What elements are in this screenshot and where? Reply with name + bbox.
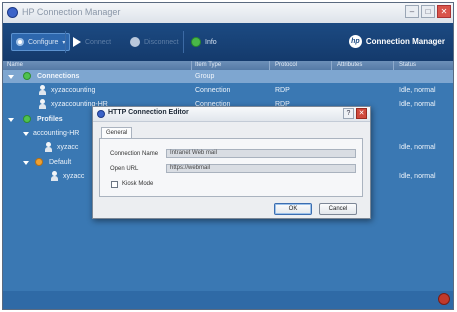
connect-button[interactable]: Connect — [73, 34, 111, 50]
brand-title: Connection Manager — [365, 37, 445, 46]
connection-type: Connection — [195, 87, 231, 94]
group-icon — [23, 72, 31, 80]
connection-status: Idle, normal — [399, 173, 436, 180]
close-icon[interactable]: ✕ — [437, 5, 451, 18]
hp-logo-icon: hp — [348, 35, 362, 48]
window-title: HP Connection Manager — [22, 7, 121, 17]
status-icon[interactable] — [438, 293, 450, 305]
connection-status: Idle, normal — [399, 144, 436, 151]
general-panel: Connection Name Intranet Web mail Open U… — [99, 138, 363, 197]
status-bar — [3, 291, 453, 309]
connection-protocol: RDP — [275, 87, 290, 94]
connect-label: Connect — [85, 38, 112, 46]
column-status[interactable]: Status — [399, 61, 416, 70]
dialog-title-bar: HTTP Connection Editor ? ✕ — [93, 107, 370, 122]
column-item-type[interactable]: Item Type — [195, 61, 221, 70]
expand-icon[interactable] — [8, 118, 14, 122]
column-divider — [269, 61, 270, 70]
kiosk-mode-checkbox[interactable] — [111, 181, 118, 188]
column-divider — [331, 61, 332, 70]
connection-icon — [39, 99, 46, 109]
tree-group-connections[interactable]: Connections Group — [3, 70, 453, 83]
open-url-field[interactable]: https://webmail — [166, 164, 356, 173]
connection-name-field[interactable]: Intranet Web mail — [166, 149, 356, 158]
connection-status: Idle, normal — [399, 101, 436, 108]
open-url-label: Open URL — [110, 166, 139, 172]
disconnect-icon — [130, 37, 140, 47]
app-icon — [7, 7, 18, 18]
cancel-button[interactable]: Cancel — [319, 203, 357, 215]
expand-icon[interactable] — [8, 75, 14, 79]
group-label: Connections — [37, 73, 80, 80]
configure-label: Configure — [28, 38, 59, 46]
kiosk-mode-label: Kiosk Mode — [122, 181, 154, 187]
connection-icon — [45, 142, 52, 152]
help-icon[interactable]: ? — [343, 108, 354, 119]
column-attributes[interactable]: Attributes — [337, 61, 362, 70]
dialog-app-icon — [97, 110, 105, 118]
connection-name-label: Connection Name — [110, 151, 159, 157]
close-icon[interactable]: ✕ — [356, 108, 367, 119]
group-type: Group — [195, 73, 215, 80]
expand-icon[interactable] — [23, 161, 29, 165]
column-divider — [393, 61, 394, 70]
connection-name: xyzaccounting — [51, 87, 96, 94]
dialog-controls: ? ✕ — [343, 108, 367, 119]
info-label: Info — [205, 38, 217, 46]
connection-status: Idle, normal — [399, 87, 436, 94]
toolbar-separator — [183, 31, 184, 53]
toolbar-separator — [65, 31, 66, 53]
profile-icon — [35, 158, 43, 166]
connection-icon — [39, 85, 46, 95]
info-button[interactable]: Info — [191, 34, 217, 50]
connection-icon — [51, 171, 58, 181]
disconnect-button[interactable]: Disconnect — [130, 34, 179, 50]
table-row[interactable]: xyzaccounting Connection RDP Idle, norma… — [3, 84, 453, 97]
column-divider — [191, 61, 192, 70]
configure-button[interactable]: Configure ▾ — [11, 33, 71, 51]
group-icon — [23, 115, 31, 123]
disconnect-label: Disconnect — [144, 38, 179, 46]
play-icon — [73, 37, 81, 47]
toolbar: Configure ▾ Connect Disconnect Info hp C… — [3, 23, 453, 62]
expand-icon[interactable] — [23, 132, 29, 136]
maximize-icon[interactable]: □ — [421, 5, 435, 18]
column-protocol[interactable]: Protocol — [275, 61, 297, 70]
info-icon — [191, 37, 201, 47]
http-connection-editor-dialog: HTTP Connection Editor ? ✕ General Conne… — [92, 106, 371, 219]
gear-icon — [16, 38, 24, 46]
window-controls: – □ ✕ — [405, 5, 451, 18]
connection-name: xyzacc — [57, 144, 79, 151]
dialog-title: HTTP Connection Editor — [108, 109, 189, 116]
group-label: Profiles — [37, 116, 63, 123]
brand: hp Connection Manager — [348, 35, 445, 48]
minimize-icon[interactable]: – — [405, 5, 419, 18]
title-bar: HP Connection Manager – □ ✕ — [3, 3, 453, 24]
connection-name: xyzacc — [63, 173, 85, 180]
ok-button[interactable]: OK — [274, 203, 312, 215]
column-name[interactable]: Name — [7, 61, 23, 70]
profile-label: accounting-HR — [33, 130, 80, 137]
profile-label: Default — [49, 159, 72, 166]
